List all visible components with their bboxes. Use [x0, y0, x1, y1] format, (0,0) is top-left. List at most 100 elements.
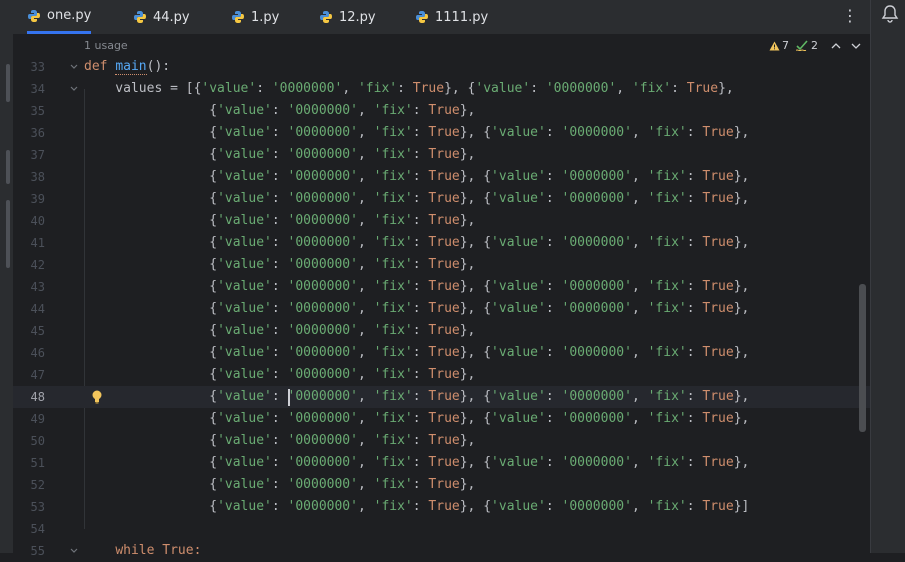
code-line[interactable]: 55 while True: — [13, 540, 870, 562]
python-file-icon — [134, 11, 146, 23]
code-text[interactable]: {'value': '0000000', 'fix': True}, {'val… — [84, 452, 749, 474]
line-number[interactable]: 34 — [13, 78, 45, 100]
line-number[interactable]: 51 — [13, 452, 45, 474]
warnings-count: 7 — [782, 39, 789, 52]
structure-marker[interactable] — [6, 200, 10, 268]
notifications-bell-icon[interactable] — [881, 4, 899, 24]
code-line[interactable]: 53 {'value': '0000000', 'fix': True}, {'… — [13, 496, 870, 518]
code-line[interactable]: 43 {'value': '0000000', 'fix': True}, {'… — [13, 276, 870, 298]
code-text[interactable]: {'value': '0000000', 'fix': True}, — [84, 320, 475, 342]
tab-44-py[interactable]: 44.py — [133, 0, 190, 34]
code-editor[interactable]: 1 usage 7 2 33 def main(): 34 values = [{'… — [13, 35, 870, 558]
tab-label: 12.py — [339, 9, 376, 25]
code-text[interactable]: values = [{'value': '0000000', 'fix': Tr… — [84, 78, 733, 100]
line-number[interactable]: 54 — [13, 518, 45, 540]
line-number[interactable]: 50 — [13, 430, 45, 452]
line-number[interactable]: 53 — [13, 496, 45, 518]
tab-label: one.py — [47, 8, 92, 23]
code-line[interactable]: 33 def main(): — [13, 56, 870, 78]
tab-one-py[interactable]: one.py — [27, 0, 92, 34]
code-text[interactable]: {'value': '0000000', 'fix': True}, — [84, 254, 475, 276]
line-number[interactable]: 42 — [13, 254, 45, 276]
code-text[interactable]: {'value': '0000000', 'fix': True}, — [84, 364, 475, 386]
tab-label: 1111.py — [435, 9, 489, 25]
line-number[interactable]: 38 — [13, 166, 45, 188]
code-line[interactable]: 37 {'value': '0000000', 'fix': True}, — [13, 144, 870, 166]
code-text[interactable]: def main(): — [84, 56, 170, 78]
code-line[interactable]: 49 {'value': '0000000', 'fix': True}, {'… — [13, 408, 870, 430]
code-line[interactable]: 44 {'value': '0000000', 'fix': True}, {'… — [13, 298, 870, 320]
line-number[interactable]: 40 — [13, 210, 45, 232]
code-line[interactable]: 45 {'value': '0000000', 'fix': True}, — [13, 320, 870, 342]
code-line[interactable]: 50 {'value': '0000000', 'fix': True}, — [13, 430, 870, 452]
line-number[interactable]: 52 — [13, 474, 45, 496]
line-number[interactable]: 55 — [13, 540, 45, 562]
code-text[interactable]: {'value': '0000000', 'fix': True}, {'val… — [84, 166, 749, 188]
inspection-widget[interactable]: 7 2 — [769, 39, 861, 52]
code-text[interactable]: {'value': '0000000', 'fix': True}, {'val… — [84, 232, 749, 254]
code-line[interactable]: 54 — [13, 518, 870, 540]
code-line[interactable]: 35 {'value': '0000000', 'fix': True}, — [13, 100, 870, 122]
code-text[interactable]: {'value': '0000000', 'fix': True}, — [84, 430, 475, 452]
line-number[interactable]: 45 — [13, 320, 45, 342]
chevron-down-icon[interactable] — [851, 42, 861, 50]
code-line[interactable]: 42 {'value': '0000000', 'fix': True}, — [13, 254, 870, 276]
structure-marker[interactable] — [6, 150, 10, 184]
text-caret — [288, 389, 290, 406]
code-text[interactable]: {'value': '0000000', 'fix': True}, {'val… — [84, 496, 749, 518]
code-text[interactable]: {'value': '0000000', 'fix': True}, {'val… — [84, 188, 749, 210]
tab-label: 44.py — [153, 9, 190, 25]
fold-chevron-icon[interactable] — [69, 84, 79, 94]
python-file-icon — [416, 11, 428, 23]
more-tabs-menu-icon[interactable]: ⋮ — [842, 5, 858, 27]
structure-marker[interactable] — [6, 64, 10, 102]
line-number[interactable]: 35 — [13, 100, 45, 122]
line-number[interactable]: 48 — [13, 386, 45, 408]
code-text[interactable]: {'value': '0000000', 'fix': True}, {'val… — [84, 298, 749, 320]
line-number[interactable]: 37 — [13, 144, 45, 166]
usage-hint[interactable]: 1 usage — [84, 39, 128, 52]
left-tool-strip — [0, 34, 13, 553]
weak-warnings-count: 2 — [811, 39, 818, 52]
code-text[interactable]: {'value': '0000000', 'fix': True}, {'val… — [84, 276, 749, 298]
code-line[interactable]: 34 values = [{'value': '0000000', 'fix':… — [13, 78, 870, 100]
code-line[interactable]: 38 {'value': '0000000', 'fix': True}, {'… — [13, 166, 870, 188]
code-line[interactable]: 52 {'value': '0000000', 'fix': True}, — [13, 474, 870, 496]
code-line[interactable]: 40 {'value': '0000000', 'fix': True}, — [13, 210, 870, 232]
code-line[interactable]: 47 {'value': '0000000', 'fix': True}, — [13, 364, 870, 386]
line-number[interactable]: 44 — [13, 298, 45, 320]
code-line[interactable]: 48 {'value': '0000000', 'fix': True}, {'… — [13, 386, 870, 408]
code-text[interactable]: {'value': '0000000', 'fix': True}, — [84, 144, 475, 166]
tab-1-py[interactable]: 1.py — [231, 0, 279, 34]
code-text[interactable]: {'value': '0000000', 'fix': True}, — [84, 474, 475, 496]
line-number[interactable]: 41 — [13, 232, 45, 254]
code-text[interactable]: {'value': '0000000', 'fix': True}, {'val… — [84, 122, 749, 144]
vertical-scrollbar-thumb[interactable] — [859, 284, 866, 432]
code-text[interactable]: {'value': '0000000', 'fix': True}, {'val… — [84, 342, 749, 364]
tab-12-py[interactable]: 12.py — [319, 0, 376, 34]
code-text[interactable]: {'value': '0000000', 'fix': True}, {'val… — [84, 408, 749, 430]
tab-1111-py[interactable]: 1111.py — [415, 0, 488, 34]
code-line[interactable]: 36 {'value': '0000000', 'fix': True}, {'… — [13, 122, 870, 144]
line-number[interactable]: 33 — [13, 56, 45, 78]
code-text[interactable]: {'value': '0000000', 'fix': True}, — [84, 100, 475, 122]
fold-chevron-icon[interactable] — [69, 546, 79, 556]
code-text[interactable]: while True: — [84, 540, 201, 562]
line-number[interactable]: 39 — [13, 188, 45, 210]
code-line[interactable]: 51 {'value': '0000000', 'fix': True}, {'… — [13, 452, 870, 474]
line-number[interactable]: 47 — [13, 364, 45, 386]
line-number[interactable]: 46 — [13, 342, 45, 364]
code-line[interactable]: 39 {'value': '0000000', 'fix': True}, {'… — [13, 188, 870, 210]
chevron-up-icon[interactable] — [831, 42, 841, 50]
fold-chevron-icon[interactable] — [69, 62, 79, 72]
warning-icon — [769, 41, 780, 50]
line-number[interactable]: 36 — [13, 122, 45, 144]
line-number[interactable]: 49 — [13, 408, 45, 430]
weak-warning-icon — [796, 40, 808, 51]
code-line[interactable]: 46 {'value': '0000000', 'fix': True}, {'… — [13, 342, 870, 364]
intention-bulb-icon[interactable] — [91, 390, 103, 404]
code-line[interactable]: 41 {'value': '0000000', 'fix': True}, {'… — [13, 232, 870, 254]
code-text[interactable]: {'value': '0000000', 'fix': True}, — [84, 210, 475, 232]
code-text[interactable]: {'value': '0000000', 'fix': True}, {'val… — [84, 386, 749, 408]
line-number[interactable]: 43 — [13, 276, 45, 298]
